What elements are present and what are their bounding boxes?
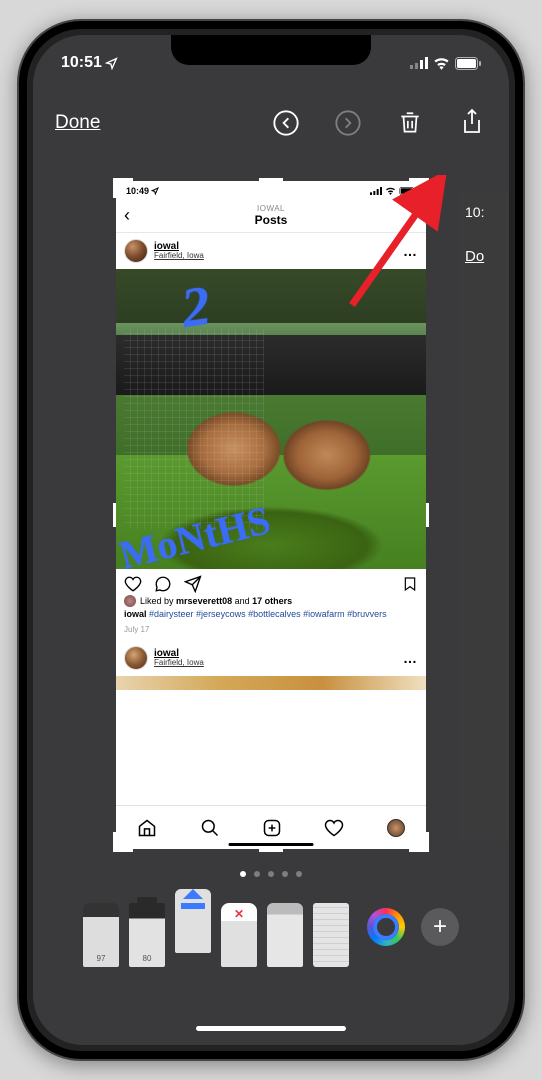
post-actions	[116, 569, 426, 595]
post-caption: iowal #dairysteer #jerseycows #bottlecal…	[116, 607, 426, 623]
post-location: Fairfield, Iowa	[154, 252, 397, 261]
crop-handle-tl[interactable]	[113, 178, 116, 198]
post-header: iowal Fairfield, Iowa …	[116, 233, 426, 269]
liker-avatar	[124, 595, 136, 607]
page-dot[interactable]	[240, 871, 246, 877]
likes-others: 17 others	[252, 596, 292, 606]
lasso-tool[interactable]	[267, 903, 303, 967]
cellular-icon	[370, 187, 382, 195]
caption-user: iowal	[124, 609, 147, 619]
crop-handle-bl[interactable]	[113, 832, 116, 852]
post2-location: Fairfield, Iowa	[154, 659, 397, 668]
location-arrow-icon	[105, 57, 118, 70]
profile-tab-avatar	[387, 819, 405, 837]
screenshot-page[interactable]: 10:49 ‹ IOWAL P	[116, 181, 426, 849]
wifi-icon	[433, 57, 450, 70]
more-icon: …	[403, 650, 418, 666]
header-title: Posts	[255, 213, 288, 227]
pen-tool[interactable]: 97	[83, 903, 119, 967]
heart-icon	[124, 575, 142, 593]
crop-handle-br[interactable]	[426, 832, 429, 852]
status-time: 10:51	[61, 54, 102, 72]
crop-handle-left[interactable]	[113, 503, 116, 527]
eraser-tool[interactable]	[221, 903, 257, 967]
more-icon: …	[403, 243, 418, 259]
inner-nav-header: ‹ IOWAL Posts	[116, 199, 426, 233]
avatar	[124, 646, 148, 670]
bookmark-icon	[402, 575, 418, 593]
caption-tags: #dairysteer #jerseycows #bottlecalves #i…	[149, 609, 387, 619]
undo-button[interactable]	[271, 108, 301, 138]
marker-tool[interactable]: 80	[129, 903, 165, 967]
back-icon: ‹	[124, 205, 130, 226]
ruler-tool[interactable]	[313, 903, 349, 967]
location-arrow-icon	[151, 187, 159, 195]
page-indicator	[33, 871, 509, 877]
wifi-icon	[385, 187, 396, 195]
color-picker[interactable]	[367, 908, 405, 946]
phone-frame: 10:51 Done	[17, 19, 525, 1061]
markup-handwriting-bottom: MoNtHS	[116, 496, 275, 569]
search-icon	[200, 818, 220, 838]
battery-icon	[455, 57, 481, 70]
post2-header: iowal Fairfield, Iowa …	[116, 640, 426, 676]
page-dot[interactable]	[254, 871, 260, 877]
add-post-icon	[262, 818, 282, 838]
post-date: July 17	[116, 623, 426, 640]
comment-icon	[154, 575, 172, 593]
home-indicator[interactable]	[196, 1026, 346, 1031]
activity-icon	[324, 818, 344, 838]
add-shape-button[interactable]: +	[421, 908, 459, 946]
post-photo: 2 MoNtHS	[116, 269, 426, 569]
redo-button[interactable]	[333, 108, 363, 138]
page-dot[interactable]	[282, 871, 288, 877]
crop-handle-right[interactable]	[426, 503, 429, 527]
page-dot[interactable]	[296, 871, 302, 877]
crop-handle-bl[interactable]	[113, 849, 133, 852]
header-username: IOWAL	[255, 204, 288, 213]
done-button[interactable]: Done	[55, 112, 100, 134]
markup-handwriting-top: 2	[178, 273, 218, 341]
avatar	[124, 239, 148, 263]
screen: 10:51 Done	[33, 35, 509, 1045]
inner-status-bar: 10:49	[116, 181, 426, 199]
send-icon	[184, 575, 202, 593]
screenshot-content: 10:49 ‹ IOWAL P	[116, 181, 426, 849]
notch	[171, 35, 371, 65]
inner-status-time: 10:49	[126, 186, 149, 196]
liker-name: mrseverett08	[176, 596, 232, 606]
delete-button[interactable]	[395, 108, 425, 138]
markup-toolbar: Done	[33, 93, 509, 153]
crop-handle-bottom[interactable]	[259, 849, 283, 852]
battery-icon	[399, 187, 416, 195]
crop-handle-top[interactable]	[259, 178, 283, 181]
cellular-icon	[410, 57, 428, 69]
crop-handle-tl[interactable]	[113, 178, 133, 181]
share-button[interactable]	[457, 108, 487, 138]
markup-tools: 97 80 +	[33, 887, 509, 967]
screenshot-canvas: 10:49 ‹ IOWAL P	[33, 165, 509, 865]
crop-handle-tr[interactable]	[426, 178, 429, 198]
home-icon	[137, 818, 157, 838]
inner-home-indicator	[229, 843, 314, 846]
post-likes: Liked by mrseverett08 and 17 others	[116, 595, 426, 607]
post2-photo-peek	[116, 676, 426, 690]
page-dot[interactable]	[268, 871, 274, 877]
pencil-tool[interactable]	[175, 889, 211, 953]
